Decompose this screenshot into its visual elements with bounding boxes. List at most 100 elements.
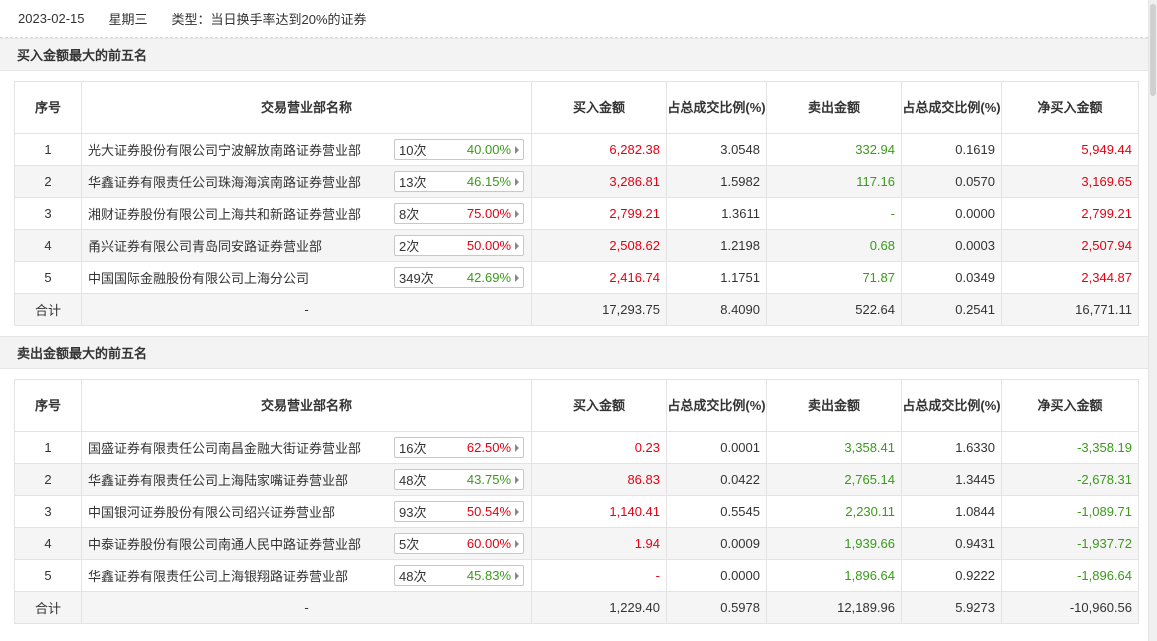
dept-name-link[interactable]: 华鑫证券有限责任公司珠海海滨南路证券营业部 bbox=[88, 172, 361, 191]
table-row: 4 甬兴证券有限公司青岛同安路证券营业部 2次 50.00% 2,508.62 1.219… bbox=[14, 229, 1139, 262]
listing-count: 48次 bbox=[399, 473, 427, 488]
dept-name-link[interactable]: 甬兴证券有限公司青岛同安路证券营业部 bbox=[88, 236, 322, 255]
row-sell-ratio: 0.0000 bbox=[901, 197, 1002, 230]
chevron-right-icon bbox=[515, 145, 519, 154]
row-net-amount: -1,089.71 bbox=[1001, 495, 1139, 528]
trade-date: 2023-02-15 bbox=[18, 11, 85, 26]
col-buy: 买入金额 bbox=[531, 379, 667, 432]
row-dept: 甬兴证券有限公司青岛同安路证券营业部 2次 50.00% bbox=[81, 229, 532, 262]
table-row: 1 光大证券股份有限公司宁波解放南路证券营业部 10次 40.00% 6,282.38 3… bbox=[14, 133, 1139, 166]
table-row: 5 中国国际金融股份有限公司上海分公司 349次 42.69% 2,416.74 1.17… bbox=[14, 261, 1139, 294]
sell-table-body: 1 国盛证券有限责任公司南昌金融大街证券营业部 16次 62.50% 0.23 0.000… bbox=[14, 431, 1139, 624]
row-seq: 1 bbox=[14, 133, 82, 166]
row-seq: 2 bbox=[14, 165, 82, 198]
dept-history-button[interactable]: 48次 43.75% bbox=[394, 469, 524, 490]
listing-count: 10次 bbox=[399, 143, 427, 158]
dept-history-button[interactable]: 13次 46.15% bbox=[394, 171, 524, 192]
chevron-right-icon bbox=[515, 177, 519, 186]
listing-count: 16次 bbox=[399, 441, 427, 456]
row-net-amount: 2,344.87 bbox=[1001, 261, 1139, 294]
col-buy-pct: 占总成交比例(%) bbox=[666, 81, 767, 134]
row-sell-amount: 1,939.66 bbox=[766, 527, 902, 560]
row-seq: 5 bbox=[14, 559, 82, 592]
dept-history-button[interactable]: 93次 50.54% bbox=[394, 501, 524, 522]
col-buy: 买入金额 bbox=[531, 81, 667, 134]
row-sell-ratio: 0.9222 bbox=[901, 559, 1002, 592]
row-buy-ratio: 1.1751 bbox=[666, 261, 767, 294]
dept-history-button[interactable]: 10次 40.00% bbox=[394, 139, 524, 160]
dept-name-link[interactable]: 光大证券股份有限公司宁波解放南路证券营业部 bbox=[88, 140, 361, 159]
dept-history-button[interactable]: 48次 45.83% bbox=[394, 565, 524, 586]
dept-history-button[interactable]: 2次 50.00% bbox=[394, 235, 524, 256]
row-sell-amount: 0.68 bbox=[766, 229, 902, 262]
row-buy-ratio: 0.0001 bbox=[666, 431, 767, 464]
listing-count: 5次 bbox=[399, 537, 420, 552]
col-net: 净买入金额 bbox=[1001, 81, 1139, 134]
chevron-right-icon bbox=[515, 571, 519, 580]
row-sell-ratio: 0.9431 bbox=[901, 527, 1002, 560]
win-rate: 42.69% bbox=[466, 270, 511, 285]
col-buy-pct: 占总成交比例(%) bbox=[666, 379, 767, 432]
table-row: 2 华鑫证券有限责任公司珠海海滨南路证券营业部 13次 46.15% 3,286.81 1… bbox=[14, 165, 1139, 198]
row-buy-amount: 2,416.74 bbox=[531, 261, 667, 294]
col-sell: 卖出金额 bbox=[766, 379, 902, 432]
row-seq: 2 bbox=[14, 463, 82, 496]
row-sell-ratio: 1.3445 bbox=[901, 463, 1002, 496]
row-sell-ratio: 1.6330 bbox=[901, 431, 1002, 464]
win-rate: 50.54% bbox=[466, 504, 511, 519]
dept-name-link[interactable]: 国盛证券有限责任公司南昌金融大街证券营业部 bbox=[88, 438, 361, 457]
total-buy-amount: 17,293.75 bbox=[531, 293, 667, 326]
dept-name-link[interactable]: 华鑫证券有限责任公司上海陆家嘴证券营业部 bbox=[88, 470, 348, 489]
listing-count: 13次 bbox=[399, 175, 427, 190]
buy-section-title: 买入金额最大的前五名 bbox=[0, 38, 1148, 71]
chevron-right-icon bbox=[515, 209, 519, 218]
row-sell-ratio: 0.0003 bbox=[901, 229, 1002, 262]
row-dept: 湘财证券股份有限公司上海共和新路证券营业部 8次 75.00% bbox=[81, 197, 532, 230]
dept-history-button[interactable]: 5次 60.00% bbox=[394, 533, 524, 554]
dept-history-button[interactable]: 16次 62.50% bbox=[394, 437, 524, 458]
listing-count: 8次 bbox=[399, 207, 420, 222]
total-net-amount: 16,771.11 bbox=[1001, 293, 1139, 326]
dept-history-button[interactable]: 8次 75.00% bbox=[394, 203, 524, 224]
row-buy-amount: 2,799.21 bbox=[531, 197, 667, 230]
table-header: 序号 交易营业部名称 买入金额 占总成交比例(%) 卖出金额 占总成交比例(%)… bbox=[14, 379, 1139, 432]
dept-name-link[interactable]: 中国银河证券股份有限公司绍兴证券营业部 bbox=[88, 502, 335, 521]
row-net-amount: 3,169.65 bbox=[1001, 165, 1139, 198]
row-dept: 中国银河证券股份有限公司绍兴证券营业部 93次 50.54% bbox=[81, 495, 532, 528]
page: 2023-02-15 星期三 类型：当日换手率达到20%的证券 买入金额最大的前… bbox=[0, 0, 1148, 634]
row-buy-amount: 3,286.81 bbox=[531, 165, 667, 198]
weekday: 星期三 bbox=[108, 12, 148, 27]
buy-table-wrap: 序号 交易营业部名称 买入金额 占总成交比例(%) 卖出金额 占总成交比例(%)… bbox=[0, 71, 1148, 336]
row-buy-ratio: 0.5545 bbox=[666, 495, 767, 528]
win-rate: 45.83% bbox=[466, 568, 511, 583]
dept-name-link[interactable]: 湘财证券股份有限公司上海共和新路证券营业部 bbox=[88, 204, 361, 223]
row-buy-ratio: 1.5982 bbox=[666, 165, 767, 198]
table-header: 序号 交易营业部名称 买入金额 占总成交比例(%) 卖出金额 占总成交比例(%)… bbox=[14, 81, 1139, 134]
row-seq: 5 bbox=[14, 261, 82, 294]
scrollbar-thumb[interactable] bbox=[1150, 4, 1156, 96]
col-seq: 序号 bbox=[14, 379, 82, 432]
row-net-amount: -1,937.72 bbox=[1001, 527, 1139, 560]
dept-name-link[interactable]: 华鑫证券有限责任公司上海银翔路证券营业部 bbox=[88, 566, 348, 585]
table-row: 3 中国银河证券股份有限公司绍兴证券营业部 93次 50.54% 1,140.41 0.5… bbox=[14, 495, 1139, 528]
row-sell-amount: 117.16 bbox=[766, 165, 902, 198]
col-sell-pct: 占总成交比例(%) bbox=[901, 81, 1002, 134]
total-net-amount: -10,960.56 bbox=[1001, 591, 1139, 624]
dept-name-link[interactable]: 中国国际金融股份有限公司上海分公司 bbox=[88, 268, 309, 287]
row-sell-amount: 3,358.41 bbox=[766, 431, 902, 464]
total-label: 合计 bbox=[14, 591, 82, 624]
row-sell-amount: 71.87 bbox=[766, 261, 902, 294]
chevron-right-icon bbox=[515, 273, 519, 282]
vertical-scrollbar[interactable] bbox=[1148, 0, 1157, 641]
row-sell-ratio: 0.0570 bbox=[901, 165, 1002, 198]
listing-count: 93次 bbox=[399, 505, 427, 520]
row-sell-ratio: 1.0844 bbox=[901, 495, 1002, 528]
row-buy-amount: 6,282.38 bbox=[531, 133, 667, 166]
table-row: 3 湘财证券股份有限公司上海共和新路证券营业部 8次 75.00% 2,799.21 1.… bbox=[14, 197, 1139, 230]
row-sell-amount: 1,896.64 bbox=[766, 559, 902, 592]
dept-name-link[interactable]: 中泰证券股份有限公司南通人民中路证券营业部 bbox=[88, 534, 361, 553]
row-net-amount: 5,949.44 bbox=[1001, 133, 1139, 166]
dept-history-button[interactable]: 349次 42.69% bbox=[394, 267, 524, 288]
row-dept: 华鑫证券有限责任公司上海陆家嘴证券营业部 48次 43.75% bbox=[81, 463, 532, 496]
row-sell-ratio: 0.0349 bbox=[901, 261, 1002, 294]
